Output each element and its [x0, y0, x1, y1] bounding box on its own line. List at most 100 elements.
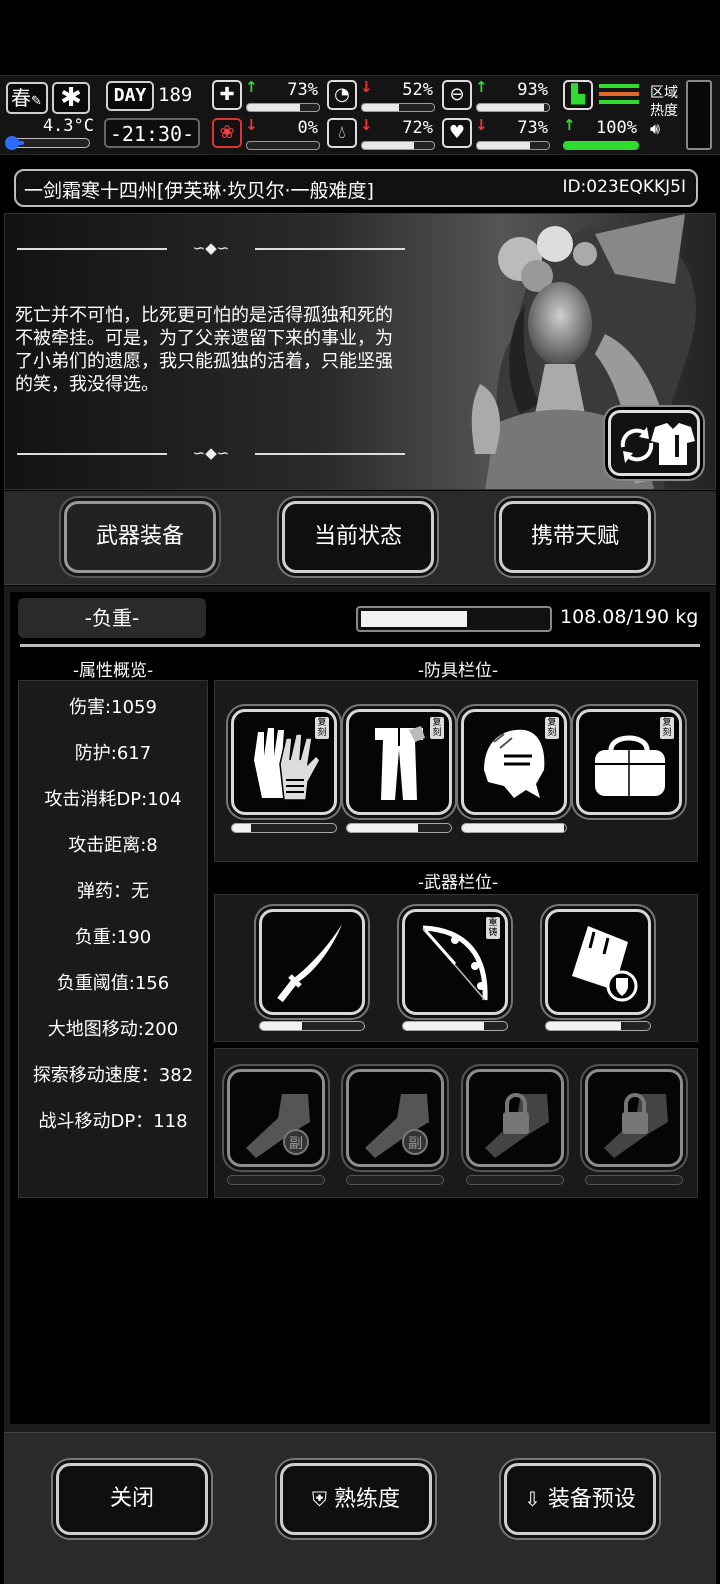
load-bar [356, 606, 552, 632]
heart-icon: ♥ [442, 118, 472, 148]
bottom-bar: 关闭 ⛨ 熟练度 ⇩ 装备预设 [4, 1432, 716, 1584]
armor-slot-bag[interactable]: 复刻 [576, 709, 682, 815]
character-quote: 死亡并不可怕，比死更可怕的是活得孤独和死的不被牵挂。可是，为了父亲遗留下来的事业… [15, 305, 393, 395]
medkit-icon: ✚ [212, 80, 242, 110]
stat-mood[interactable]: ♥ ↓ 73% [442, 116, 552, 152]
weapons-title: -武器栏位- [417, 873, 499, 893]
secondary-badge: 副 [408, 1136, 422, 1152]
stat-value: 73% [287, 80, 318, 100]
armor-slot-coat[interactable]: 复刻 [346, 709, 452, 815]
stat-health[interactable]: ✚ ↑ 73% [212, 78, 322, 114]
stat-sanity[interactable]: ❀ ↓ 0% [212, 116, 322, 152]
attributes-title: -属性概览- [72, 661, 154, 681]
title-bar: 一剑霜寒十四州[伊芙琳·坎贝尔·一般难度] ID:023EQKKJ5I [14, 169, 698, 207]
durability-bar [585, 1175, 683, 1185]
ornament-divider: ∽◆∽ [17, 239, 405, 257]
attr-ammo: 弹药：无 [77, 881, 149, 902]
heat-label: 热度 [650, 103, 678, 119]
tab-bar: 武器装备 当前状态 携带天赋 [4, 491, 716, 585]
tab-weapons-equipment[interactable]: 武器装备 [64, 501, 216, 573]
preset-icon: ⇩ [524, 1487, 541, 1511]
slot-tag: 复刻 [660, 717, 674, 739]
attr-defense: 防护:617 [74, 743, 152, 764]
secondary-badge: 副 [289, 1136, 303, 1152]
load-bar-fill [361, 611, 467, 627]
snowflake-icon[interactable]: ✱ [52, 82, 90, 114]
stat-bar [563, 141, 639, 150]
day-label: DAY [106, 81, 154, 111]
load-label: -负重- [18, 598, 206, 638]
ornament-divider: ∽◆∽ [17, 444, 405, 462]
stat-thirst[interactable]: 💧︎ ↓ 72% [327, 116, 437, 152]
divider-line [20, 644, 700, 647]
durability-bar [466, 1175, 564, 1185]
stat-value: 72% [402, 118, 433, 138]
stat-bar [361, 141, 435, 150]
stat-hunger[interactable]: ◔ ↓ 52% [327, 78, 437, 114]
fist-icon [485, 1093, 549, 1158]
fist-icon: 副 [365, 1094, 429, 1158]
attr-attack-range: 攻击距离:8 [68, 835, 158, 856]
gauntlets-icon [254, 728, 321, 801]
slot-tag: 重铸 [486, 917, 500, 939]
boot-icon: ▙ [563, 80, 593, 110]
coat-icon [375, 726, 425, 800]
equipment-preset-button[interactable]: ⇩ 装备预设 [504, 1463, 656, 1535]
stat-value: 93% [517, 80, 548, 100]
secondary-slot-1[interactable]: 副 [227, 1069, 325, 1167]
fist-icon [604, 1093, 668, 1158]
slot-tag: 复刻 [430, 717, 444, 739]
secondary-slot-3-locked[interactable] [466, 1069, 564, 1167]
attributes-panel: 伤害:1059 防护:617 攻击消耗DP:104 攻击距离:8 弹药：无 负重… [18, 680, 208, 1198]
equipment-panel: -负重- 108.08/190 kg -属性概览- 伤害:1059 防护:617… [4, 586, 716, 1432]
armor-slot-gloves[interactable]: 复刻 [231, 709, 337, 815]
armor-slot-helmet[interactable]: 复刻 [461, 709, 567, 815]
secondary-slot-2[interactable]: 副 [346, 1069, 444, 1167]
stat-fill [362, 142, 414, 149]
close-button[interactable]: 关闭 [56, 1463, 208, 1535]
secondary-slots-panel: 副 副 [214, 1048, 698, 1198]
slot-tag: 复刻 [545, 717, 559, 739]
attr-explore-speed: 探索移动速度：382 [32, 1065, 194, 1086]
weapon-slot-katana[interactable] [259, 909, 365, 1015]
brain-icon: ❀ [212, 118, 242, 148]
region-heat[interactable]: 区域 热度 🔊︎ [650, 84, 682, 138]
weapon-slot-shield-case[interactable] [545, 909, 651, 1015]
shield-case-icon [572, 926, 638, 1002]
water-drop-icon: 💧︎ [327, 118, 357, 148]
stat-fill [247, 104, 300, 111]
speaker-icon[interactable]: 🔊︎ [650, 120, 682, 138]
durability-bar [545, 1021, 651, 1031]
bag-icon [595, 735, 665, 796]
attr-damage: 伤害:1059 [69, 697, 157, 718]
stat-value: 52% [402, 80, 433, 100]
bow-icon [422, 925, 488, 1001]
tab-current-status[interactable]: 当前状态 [282, 501, 434, 573]
stat-value: 0% [297, 118, 318, 138]
movement-line-3 [599, 100, 639, 104]
stat-bar [246, 141, 320, 150]
proficiency-button[interactable]: ⛨ 熟练度 [280, 1463, 432, 1535]
day-number: 189 [158, 84, 193, 106]
weapon-slot-bow[interactable]: 重铸 [402, 909, 508, 1015]
secondary-slot-4-locked[interactable] [585, 1069, 683, 1167]
tab-carried-talents[interactable]: 携带天赋 [499, 501, 651, 573]
preset-label: 装备预设 [547, 1487, 636, 1512]
stat-fill [477, 104, 544, 111]
capsule-icon: ⊖ [442, 80, 472, 110]
change-outfit-button[interactable] [608, 410, 700, 476]
durability-bar [402, 1021, 508, 1031]
status-bar: 春✎ ✱ 4.3°C DAY 189 -21:30- ✚ ↑ 73% ◔ ↓ 5… [0, 75, 720, 155]
swap-outfit-icon [620, 423, 695, 465]
stat-bar [361, 103, 435, 112]
weapon-slots-panel: 重铸 [214, 894, 698, 1042]
armor-slots-panel: 复刻 复刻 复刻 复刻 [214, 680, 698, 862]
attr-attack-dp: 攻击消耗DP:104 [44, 789, 182, 810]
armor-title: -防具栏位- [417, 661, 499, 681]
character-portrait-panel: ∽◆∽ 死亡并不可怕，比死更可怕的是活得孤独和死的不被牵挂。可是，为了父亲遗留下… [4, 213, 716, 490]
stat-fill [564, 142, 638, 149]
load-value: 108.08/190 kg [560, 606, 699, 628]
season-badge[interactable]: 春✎ [6, 82, 48, 114]
side-panel-toggle[interactable] [686, 80, 712, 150]
stat-stamina[interactable]: ⊖ ↑ 93% [442, 78, 552, 114]
